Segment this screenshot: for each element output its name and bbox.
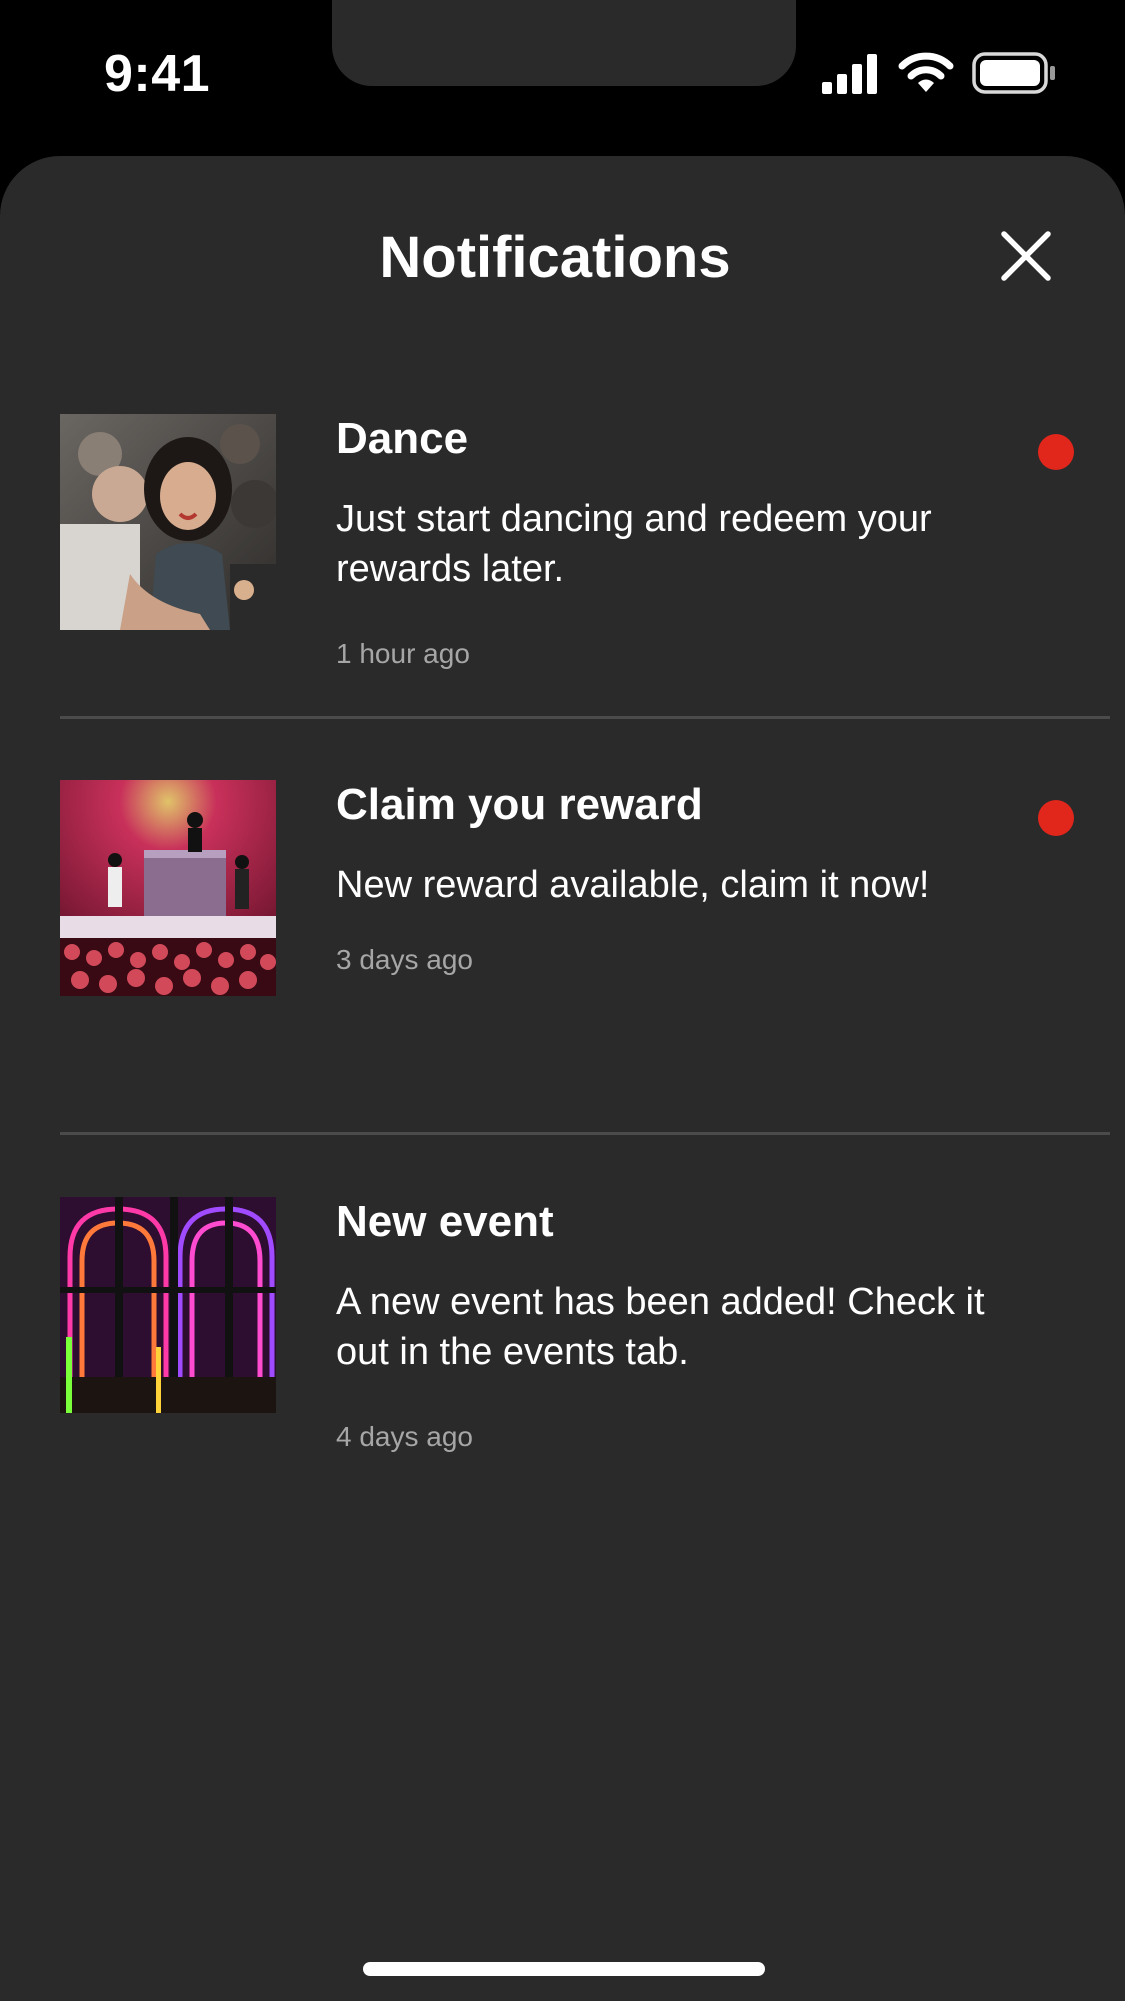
page-title: Notifications [379, 225, 731, 290]
unread-dot [1038, 800, 1074, 836]
divider [60, 716, 1110, 719]
home-indicator [363, 1962, 765, 1976]
device-notch [332, 0, 796, 86]
notifications-sheet: Notifications Dance Just start dancing a… [0, 156, 1125, 2001]
notification-thumbnail [60, 780, 276, 996]
notification-title: Dance [336, 414, 469, 463]
close-icon[interactable] [998, 228, 1054, 284]
notification-message: New reward available, claim it now! [336, 864, 930, 906]
notification-timestamp: 4 days ago [336, 1421, 473, 1452]
cellular-signal-icon [822, 54, 877, 94]
battery-icon [972, 52, 1055, 94]
notification-title: New event [336, 1197, 554, 1246]
notification-timestamp: 1 hour ago [336, 638, 470, 669]
notification-message: A new event has been added! Check it out… [336, 1281, 985, 1373]
status-time: 9:41 [104, 45, 211, 103]
status-bar: 9:41 [0, 0, 1125, 150]
notification-message: Just start dancing and redeem your rewar… [336, 498, 932, 590]
stage-photo-image [60, 780, 276, 996]
notification-title: Claim you reward [336, 780, 703, 829]
neon-arches-photo-image [60, 1197, 276, 1413]
unread-dot [1038, 434, 1074, 470]
crowd-photo-image [60, 414, 276, 630]
notification-thumbnail [60, 1197, 276, 1413]
notification-timestamp: 3 days ago [336, 944, 473, 975]
notification-thumbnail [60, 414, 276, 630]
wifi-icon [898, 52, 954, 92]
divider [60, 1132, 1110, 1135]
